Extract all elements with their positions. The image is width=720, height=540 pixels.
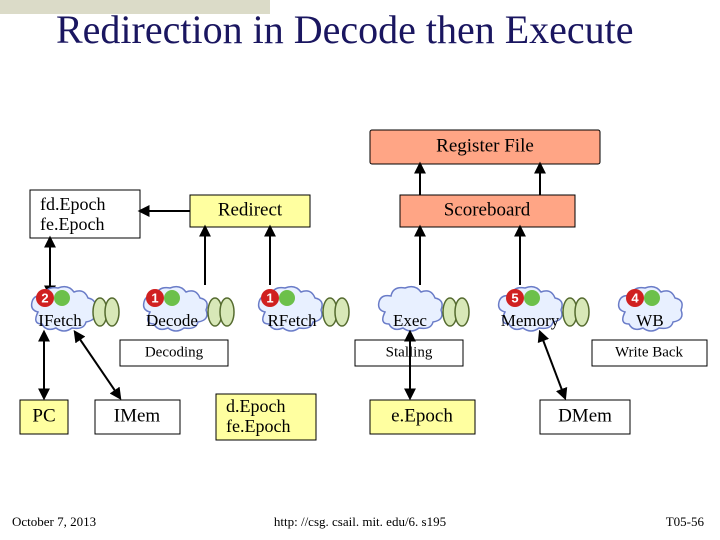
imem-label: IMem: [114, 405, 161, 426]
svg-text:2: 2: [41, 291, 48, 306]
svg-text:4: 4: [631, 291, 639, 306]
fifo-2: [208, 298, 234, 326]
stage-ifetch-label: IFetch: [38, 311, 82, 330]
scoreboard-label: Scoreboard: [444, 199, 531, 220]
svg-text:5: 5: [511, 291, 518, 306]
svg-text:1: 1: [151, 291, 158, 306]
dmem-label: DMem: [558, 405, 612, 426]
stage-wb-label: WB: [636, 311, 663, 330]
stage-decode-label: Decode: [146, 311, 198, 330]
fifo-1: [93, 298, 119, 326]
svg-text:1: 1: [266, 291, 273, 306]
footer-url: http: //csg. csail. mit. edu/6. s195: [0, 514, 720, 530]
e-epoch-label: e.Epoch: [391, 405, 453, 426]
arrow-ifetch-imem: [75, 332, 120, 398]
arrow-mem-dmem: [540, 332, 565, 398]
fifo-3: [323, 298, 349, 326]
fe-epoch-label: fe.Epoch: [40, 214, 104, 234]
fd-epoch-label: fd.Epoch: [40, 194, 105, 214]
fifo-4: [443, 298, 469, 326]
redirect-label: Redirect: [218, 199, 283, 220]
pc-label: PC: [32, 405, 55, 426]
fifo-5: [563, 298, 589, 326]
footer-slide-num: T05-56: [666, 514, 704, 530]
writeback-label: Write Back: [615, 344, 684, 360]
d-epoch-line1: d.Epoch: [226, 396, 285, 416]
stage-exec-label: Exec: [393, 311, 427, 330]
stage-memory-label: Memory: [501, 311, 560, 330]
decoding-label: Decoding: [145, 344, 204, 360]
stage-rfetch-label: RFetch: [267, 311, 317, 330]
d-epoch-line2: fe.Epoch: [226, 416, 290, 436]
register-file-label: Register File: [436, 135, 534, 156]
